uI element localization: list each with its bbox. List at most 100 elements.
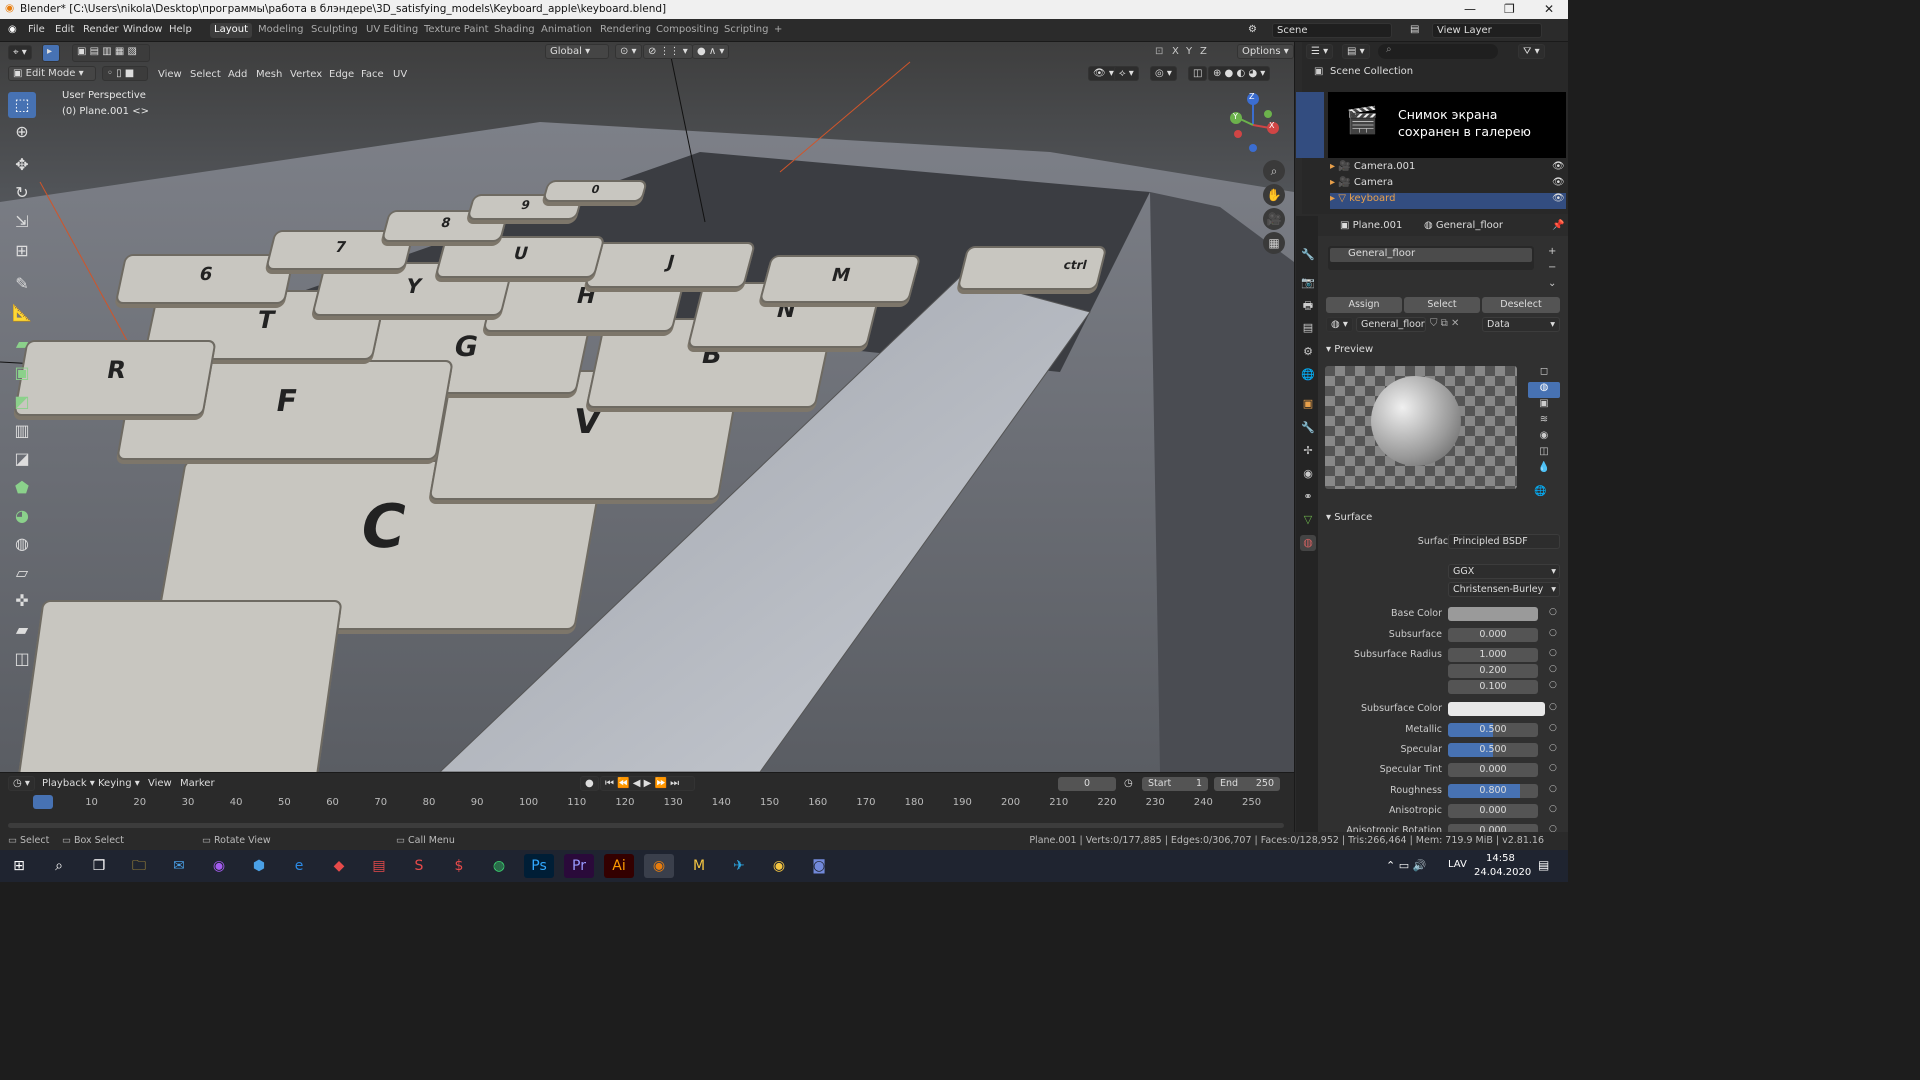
subsurface-radius-field[interactable]: 0.200 [1448,664,1538,678]
tab-layout[interactable]: Layout [210,23,252,38]
app-s-icon[interactable]: S [404,854,434,878]
physics-tab-icon[interactable]: ◉ [1300,466,1316,482]
minimize-button[interactable]: — [1464,2,1476,16]
outliner-item-keyboard[interactable]: ▸ ▽ keyboard 👁 [1330,193,1566,209]
navigation-gizmo[interactable]: Z X Y [1218,90,1288,160]
discord-icon[interactable]: ◙ [804,854,834,878]
keyframe-dot-icon[interactable]: ○ [1549,784,1557,794]
mirror-icon[interactable]: ⊡ [1155,46,1163,57]
pivot-dropdown[interactable]: ⊙ ▾ [615,44,642,59]
object-tab-icon[interactable]: ▣ [1300,396,1316,412]
shrink-fatten-tool-icon[interactable]: ✜ [8,588,36,614]
roughness-field[interactable]: 0.800 [1448,784,1538,798]
knife-tool-icon[interactable]: ◪ [8,446,36,472]
menu-face[interactable]: Face [361,69,384,80]
edge-browser-icon[interactable]: e [284,854,314,878]
add-workspace-button[interactable]: + [770,23,786,38]
premiere-icon[interactable]: Pr [564,854,594,878]
add-slot-button[interactable]: + [1548,246,1556,257]
task-view-icon[interactable]: ❐ [84,854,114,878]
assign-button[interactable]: Assign [1326,297,1402,313]
menu-file[interactable]: File [28,24,45,35]
acrobat-icon[interactable]: ◆ [324,854,354,878]
keyframe-dot-icon[interactable]: ○ [1549,664,1557,674]
telegram-icon[interactable]: ✈ [724,854,754,878]
timeline-view-menu[interactable]: View [148,778,172,789]
spin-tool-icon[interactable]: ◕ [8,503,36,529]
browse-material-icon[interactable]: ◍ ▾ [1326,317,1353,332]
mail-icon[interactable]: ✉ [164,854,194,878]
editor-type-button[interactable]: ⌖ ▾ [8,45,32,60]
mirror-y-toggle[interactable]: Y [1186,46,1192,57]
tab-compositing[interactable]: Compositing [652,23,723,38]
outliner-search-input[interactable]: ⌕ [1378,44,1498,59]
measure-tool-icon[interactable]: 📐 [8,300,36,326]
maximize-button[interactable]: ❐ [1504,2,1515,16]
notifications-icon[interactable]: ▤ [1538,858,1549,872]
app-green-icon[interactable]: ◍ [484,854,514,878]
rotate-tool-icon[interactable]: ↻ [8,180,36,206]
timeline-marker-menu[interactable]: Marker [180,778,215,789]
material-slot-list[interactable]: General_floor [1328,246,1534,270]
tab-rendering[interactable]: Rendering [596,23,655,38]
file-explorer-icon[interactable]: 🗀 [124,854,154,878]
annotate-tool-icon[interactable]: ✎ [8,271,36,297]
gizmo-toggle[interactable]: ⟡ ▾ [1114,66,1139,81]
menu-uv[interactable]: UV [393,69,407,80]
preview-type-buttons[interactable]: ◻ ◍ ▣ ≋ ◉ ◫ 💧 [1528,366,1560,486]
deselect-button[interactable]: Deselect [1482,297,1560,313]
extrude-tool-icon[interactable]: ▰ [8,331,36,357]
menu-view[interactable]: View [158,69,182,80]
metallic-field[interactable]: 0.500 [1448,723,1538,737]
start-frame-field[interactable]: Start 1 [1142,777,1208,791]
menu-vertex[interactable]: Vertex [290,69,322,80]
chrome-icon[interactable]: ◉ [764,854,794,878]
specular-tint-field[interactable]: 0.000 [1448,763,1538,777]
winrar-icon[interactable]: ▤ [364,854,394,878]
subsurface-color-field[interactable] [1448,702,1545,716]
pan-hand-icon[interactable]: ✋ [1263,184,1285,206]
zoom-icon[interactable]: ⌕ [1263,160,1285,182]
cursor-tool-icon[interactable]: ⊕ [8,119,36,145]
clock-time[interactable]: 14:58 [1486,853,1515,864]
menu-edit[interactable]: Edit [55,24,74,35]
app-s2-icon[interactable]: $ [444,854,474,878]
perspective-grid-icon[interactable]: ▦ [1263,232,1285,254]
subsurface-radius-field[interactable]: 0.100 [1448,680,1538,694]
outliner-item-camera[interactable]: ▸ 🎥 Camera 👁 [1330,177,1566,193]
record-button[interactable]: ● [580,776,599,791]
eye-icon[interactable]: 👁 [1552,193,1565,204]
outliner-editor-type[interactable]: ☰ ▾ [1306,44,1334,59]
keyframe-dot-icon[interactable]: ○ [1549,628,1557,638]
keyframe-dot-icon[interactable]: ○ [1549,723,1557,733]
outliner-display-mode[interactable]: ▤ ▾ [1342,44,1370,59]
menu-select[interactable]: Select [190,69,221,80]
inset-tool-icon[interactable]: ▣ [8,360,36,386]
keyframe-dot-icon[interactable]: ○ [1549,607,1557,617]
select-tool-icon[interactable]: ⬚ [8,92,36,118]
eye-icon[interactable]: 👁 [1552,177,1565,188]
pin-icon[interactable]: 📌 [1552,220,1564,231]
timeline-editor-type[interactable]: ◷ ▾ [8,776,35,791]
menu-edge[interactable]: Edge [329,69,354,80]
anisotropic-field[interactable]: 0.000 [1448,804,1538,818]
material-name-field[interactable]: General_floor [1356,317,1426,332]
surface-shader-dropdown[interactable]: Principled BSDF [1448,534,1560,549]
subsurface-method-dropdown[interactable]: Christensen-Burley ▾ [1448,582,1560,597]
slot-menu-chevron-icon[interactable]: ⌄ [1548,278,1556,289]
app-m-icon[interactable]: M [684,854,714,878]
keyframe-dot-icon[interactable]: ○ [1549,763,1557,773]
blender-menu-icon[interactable]: ◉ [8,24,17,35]
blender-taskbar-icon[interactable]: ◉ [644,854,674,878]
mirror-x-toggle[interactable]: X [1172,46,1179,57]
tab-texture-paint[interactable]: Texture Paint [420,23,493,38]
timeline-scrollbar[interactable] [8,823,1284,828]
keyboard-language[interactable]: LAV [1448,859,1467,870]
world-tab-icon[interactable]: 🌐 [1300,367,1316,383]
menu-window[interactable]: Window [123,24,162,35]
tab-scripting[interactable]: Scripting [720,23,772,38]
smooth-tool-icon[interactable]: ◍ [8,531,36,557]
snap-toggle[interactable]: ⊘ ⋮⋮ ▾ [643,44,693,59]
subsurface-radius-field[interactable]: 1.000 [1448,648,1538,662]
view-layer-tab-icon[interactable]: ▤ [1300,320,1316,336]
